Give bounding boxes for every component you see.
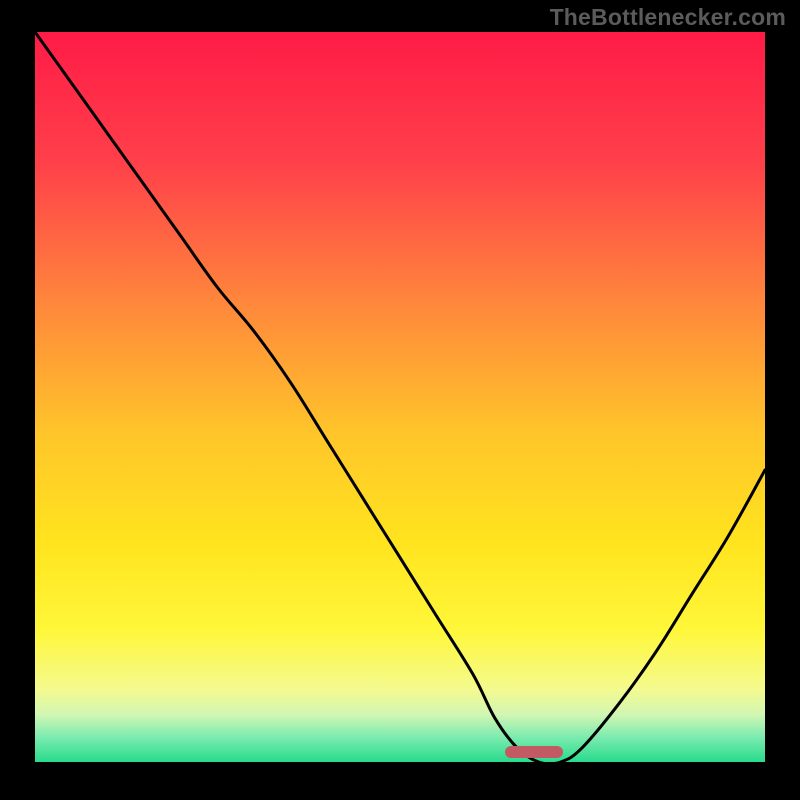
bottleneck-chart	[0, 0, 800, 800]
optimum-marker	[505, 746, 563, 758]
chart-container: TheBottlenecker.com	[0, 0, 800, 800]
